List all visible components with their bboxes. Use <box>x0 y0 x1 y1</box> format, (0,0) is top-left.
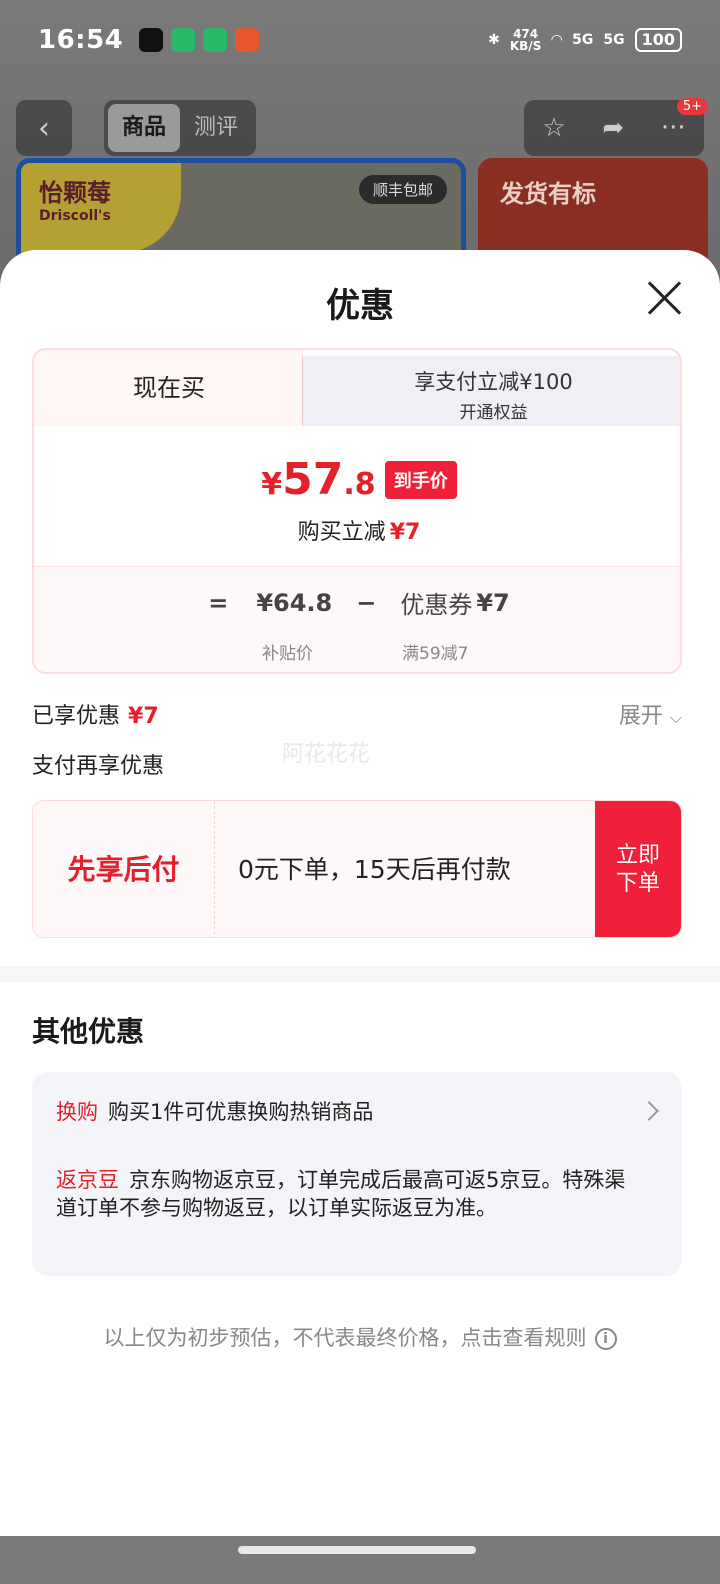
signal-icon: 5G <box>603 32 625 48</box>
star-icon[interactable]: ☆ <box>542 113 565 143</box>
discount-sheet: 优惠 现在买 享支付立减¥100 开通权益 ¥57.8 到手价 购买立减 ¥7 =… <box>0 250 720 1536</box>
final-price-tag: 到手价 <box>384 460 457 499</box>
final-price: ¥57.8 <box>261 454 376 505</box>
other-discounts-title: 其他优惠 <box>32 1015 145 1048</box>
signal-icon: 5G <box>572 32 594 48</box>
app-icon <box>171 28 196 52</box>
tab-pay-discount-label: 享支付立减¥100 <box>414 370 573 394</box>
enjoyed-discount: 已享优惠 ¥7 <box>32 704 159 729</box>
tab-review[interactable]: 测评 <box>180 104 252 152</box>
tab-pay-discount-sub: 开通权益 <box>459 403 528 423</box>
status-indicators: ✱ 474 KB/S ◠ 5G 5G 100 <box>488 28 682 52</box>
app-icon <box>235 28 260 52</box>
purchase-reduction: 购买立减 ¥7 <box>297 520 421 545</box>
tiktok-icon <box>139 28 164 52</box>
product-top-nav: ‹ 商品 测评 ☆ ➦ ··· 5+ <box>16 98 708 158</box>
disclaimer[interactable]: 以上仅为初步预估，不代表最终价格，点击查看规则 i <box>0 1322 720 1352</box>
net-speed: 474 KB/S <box>509 27 542 53</box>
expand-button[interactable]: 展开 ⌵ <box>619 698 682 730</box>
notification-badge: 5+ <box>676 98 708 115</box>
gesture-area <box>0 1536 720 1584</box>
swap-offer-row[interactable]: 换购 购买1件可优惠换购热销商品 <box>56 1096 373 1126</box>
bnpl-card: 先享后付 0元下单，15天后再付款 立即下单 <box>32 800 682 938</box>
status-time: 16:54 <box>38 25 124 55</box>
price-formula: = ¥64.8 − 优惠券 ¥7 <box>208 588 510 620</box>
bean-tag: 返京豆 <box>56 1168 119 1192</box>
more-icon[interactable]: ··· <box>661 113 686 143</box>
final-price-section: ¥57.8 到手价 购买立减 ¥7 <box>34 426 680 566</box>
share-icon[interactable]: ➦ <box>602 113 624 143</box>
tab-pay-discount[interactable]: 享支付立减¥100 开通权益 <box>302 356 680 426</box>
section-divider <box>0 966 720 982</box>
bnpl-desc: 0元下单，15天后再付款 <box>238 855 511 884</box>
order-now-button[interactable]: 立即下单 <box>595 801 681 937</box>
sheet-title: 优惠 <box>326 286 394 326</box>
subsidy-price: ¥64.8 <box>256 588 333 617</box>
bnpl-title: 先享后付 <box>33 801 215 937</box>
price-breakdown: = ¥64.8 − 优惠券 ¥7 补贴价 满59减7 <box>34 566 680 672</box>
coupon-amount: ¥7 <box>476 588 510 617</box>
brand-logo: 怡颗莓 Driscoll's <box>21 163 181 253</box>
watermark: 阿花花花 <box>282 742 371 767</box>
home-indicator[interactable] <box>238 1546 476 1554</box>
app-icon <box>203 28 228 52</box>
bluetooth-icon: ✱ <box>488 32 500 48</box>
other-discounts-box: 换购 购买1件可优惠换购热销商品 返京豆 京东购物返京豆，订单完成后最高可返5京豆。… <box>32 1072 682 1276</box>
info-icon[interactable]: i <box>594 1328 617 1350</box>
back-button[interactable]: ‹ <box>16 100 72 156</box>
tab-product[interactable]: 商品 <box>108 104 181 152</box>
status-bar: 16:54 ✱ 474 KB/S ◠ 5G 5G 100 <box>0 0 720 80</box>
chevron-right-icon[interactable] <box>639 1101 659 1121</box>
chevron-down-icon: ⌵ <box>669 708 682 727</box>
swap-tag: 换购 <box>56 1100 98 1124</box>
close-icon[interactable] <box>646 280 682 316</box>
pay-more-discount: 支付再享优惠 <box>32 754 165 779</box>
product-tabs: 商品 测评 <box>104 100 257 156</box>
shipping-tag: 顺丰包邮 <box>358 175 447 204</box>
price-card: 现在买 享支付立减¥100 开通权益 ¥57.8 到手价 购买立减 ¥7 = ¥6… <box>32 348 682 674</box>
final-price-row: ¥57.8 到手价 <box>34 454 680 505</box>
battery-icon: 100 <box>634 28 682 52</box>
wifi-icon: ◠ <box>551 32 563 48</box>
status-app-icons <box>139 28 260 52</box>
tab-buy-now[interactable]: 现在买 <box>34 350 304 426</box>
jd-bean-row: 返京豆 京东购物返京豆，订单完成后最高可返5京豆。特殊渠道订单不参与购物返豆，以订… <box>56 1168 626 1220</box>
